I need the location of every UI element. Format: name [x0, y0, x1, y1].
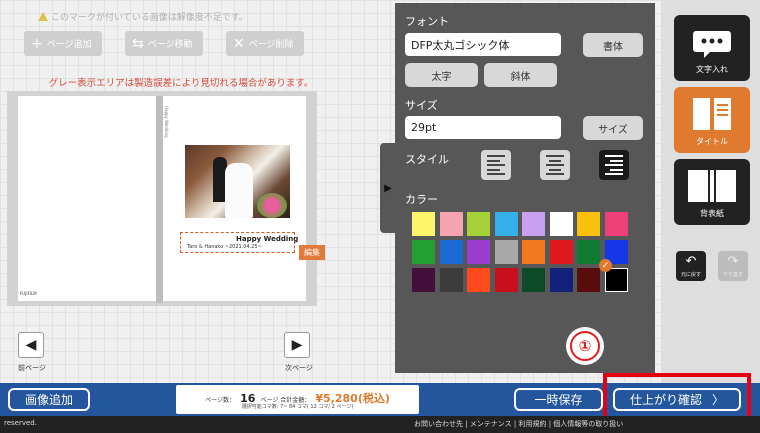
wedding-photo[interactable] — [185, 145, 290, 218]
color-swatch[interactable] — [522, 268, 545, 292]
color-swatch[interactable] — [494, 212, 518, 236]
font-label: フォント — [405, 15, 449, 28]
title-main-text: Happy Wedding — [236, 235, 299, 243]
redo-button[interactable]: ↷ やり直す — [718, 251, 748, 281]
plus-icon: + — [31, 35, 43, 52]
resolution-warning: このマークが付いている画像は解像度不足です。 — [38, 10, 248, 23]
copyright-text: reserved. — [4, 419, 37, 427]
italic-button[interactable]: 斜体 — [484, 63, 557, 87]
arrow-left-icon: ◀ — [25, 337, 37, 353]
add-page-button[interactable]: + ページ追加 — [24, 31, 102, 56]
color-swatch[interactable] — [577, 240, 600, 264]
brand-logo: FUJIFILM — [20, 291, 37, 296]
left-page[interactable] — [18, 96, 156, 301]
size-field[interactable]: 29pt — [405, 116, 561, 139]
color-swatch[interactable] — [549, 212, 573, 236]
next-page-button[interactable]: ▶ — [284, 332, 310, 358]
redo-icon: ↷ — [727, 254, 739, 269]
title-button[interactable]: タイトル — [674, 87, 750, 153]
align-left-button[interactable] — [481, 150, 511, 180]
next-page-label: 次ページ — [285, 364, 313, 372]
add-image-button[interactable]: 画像追加 — [8, 388, 90, 411]
color-swatch[interactable] — [439, 268, 463, 292]
selectable-count: 選択可能コマ数: 7~ 84 コマ( 12 コマ/ 2 ページ) — [241, 404, 354, 410]
color-swatch[interactable] — [412, 268, 435, 292]
trim-notice: グレー表示エリアは製造誤差により見切れる場合があります。 — [48, 78, 314, 89]
color-swatch[interactable] — [522, 240, 545, 264]
help-number: ① — [570, 331, 600, 361]
color-swatch[interactable] — [522, 212, 545, 236]
triangle-right-icon: ▶ — [384, 182, 392, 194]
align-center-button[interactable] — [540, 150, 570, 180]
color-swatch[interactable] — [439, 240, 463, 264]
color-swatch[interactable] — [439, 212, 463, 236]
title-sub-text: Taro & Hanako ~2021.04.25~ — [187, 244, 262, 250]
order-summary: ページ数： 16 ページ 合計金額： ¥5,280(税込) 選択可能コマ数: 7… — [176, 385, 419, 414]
prev-page-label: 前ページ — [18, 364, 46, 372]
warning-icon — [38, 12, 48, 21]
spine-text: Happy Wedding — [164, 106, 169, 138]
spine-button[interactable]: 背表紙 — [674, 159, 750, 225]
speech-bubble-icon — [693, 31, 731, 58]
footer: reserved. お問い合わせ先 | メンテナンス | 利用規約 | 個人情報… — [0, 416, 760, 433]
color-swatch[interactable] — [467, 212, 490, 236]
font-field[interactable]: DFP太丸ゴシック体 — [405, 33, 561, 56]
move-icon: ⇆ — [132, 35, 144, 52]
color-swatch[interactable] — [494, 268, 518, 292]
align-right-button[interactable] — [599, 150, 629, 180]
typeface-button[interactable]: 書体 — [583, 33, 643, 57]
undo-button[interactable]: ↶ 元に戻す — [676, 251, 706, 281]
color-swatch[interactable] — [412, 240, 435, 264]
move-page-button[interactable]: ⇆ ページ移動 — [125, 31, 203, 56]
delete-icon: ✕ — [233, 35, 245, 52]
color-swatch[interactable] — [577, 268, 600, 292]
color-swatch[interactable] — [604, 268, 628, 292]
color-swatch[interactable] — [494, 240, 518, 264]
prev-page-button[interactable]: ◀ — [18, 332, 44, 358]
size-label: サイズ — [405, 99, 438, 112]
color-label: カラー — [405, 193, 438, 206]
arrow-right-icon: ▶ — [291, 337, 303, 353]
edit-button[interactable]: 編集 — [299, 245, 325, 260]
spine-icon — [688, 170, 736, 202]
help-button[interactable]: ① — [566, 327, 604, 365]
color-swatch[interactable] — [549, 240, 573, 264]
color-swatch[interactable] — [467, 240, 490, 264]
selected-check-icon: ✓ — [599, 259, 612, 272]
color-swatch[interactable] — [577, 212, 600, 236]
title-layout-icon — [693, 98, 731, 130]
style-label: スタイル — [405, 153, 449, 166]
footer-links[interactable]: お問い合わせ先 | メンテナンス | 利用規約 | 個人情報等の取り扱い — [414, 419, 623, 429]
bold-button[interactable]: 太字 — [405, 63, 478, 87]
size-button[interactable]: サイズ — [583, 116, 643, 140]
delete-page-button[interactable]: ✕ ページ削除 — [226, 31, 304, 56]
color-swatch[interactable] — [412, 212, 435, 236]
panel-collapse-tab[interactable]: ▶ — [380, 143, 396, 233]
color-swatch[interactable] — [549, 268, 573, 292]
color-swatch[interactable] — [467, 268, 490, 292]
save-draft-button[interactable]: 一時保存 — [514, 388, 603, 411]
undo-icon: ↶ — [685, 254, 697, 269]
text-insert-button[interactable]: 文字入れ — [674, 15, 750, 81]
text-edit-panel — [395, 3, 655, 373]
color-swatch[interactable] — [604, 212, 628, 236]
